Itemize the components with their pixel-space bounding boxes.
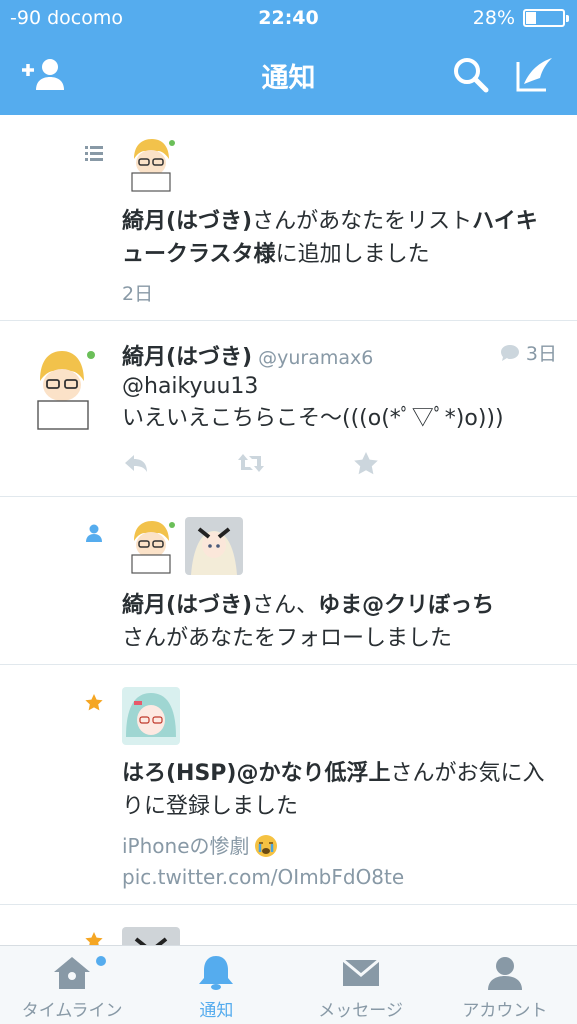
- retweet-icon: [238, 454, 264, 472]
- favorite-button[interactable]: [352, 451, 380, 475]
- notification-follow[interactable]: 綺月(はづき)さん、ゆま@クリぼっちさんがあなたをフォローしました: [0, 497, 577, 665]
- notification-text-sep: さん、: [252, 593, 319, 618]
- tweet-header: 綺月(はづき) @yuramax6 3日: [122, 339, 557, 371]
- avatar[interactable]: [122, 687, 180, 745]
- notification-list-added[interactable]: 綺月(はづき)さんがあなたをリストハイキュークラスタ様に追加しました 2日: [0, 115, 577, 321]
- star-icon: [84, 693, 104, 713]
- notification-text: 綺月(はづき)さん、ゆま@クリぼっちさんがあなたをフォローしました: [122, 589, 557, 655]
- tab-label: メッセージ: [318, 1001, 403, 1021]
- tweet-author-handle[interactable]: @yuramax6: [258, 347, 373, 369]
- status-right: 28%: [472, 7, 569, 29]
- follow-person-icon: [84, 523, 104, 543]
- notification-text-end: に追加しました: [275, 242, 430, 267]
- tweet-actions: [122, 451, 467, 475]
- person-icon: [485, 954, 525, 992]
- actor-name[interactable]: 綺月(はづき): [122, 209, 252, 234]
- search-button[interactable]: [448, 54, 494, 94]
- tweet-body: @haikyuu13 いえいえこちらこそ〜(((o(*ﾟ▽ﾟ*)o))): [122, 371, 557, 435]
- tweet-text: いえいえこちらこそ〜(((o(*ﾟ▽ﾟ*)o))): [122, 406, 504, 431]
- notification-time: 2日: [122, 283, 154, 305]
- tweet-link[interactable]: pic.twitter.com/OImbFdO8te: [122, 865, 404, 889]
- avatar[interactable]: [185, 517, 243, 575]
- top-bar: -90 docomo 22:40 28% 通知: [0, 0, 577, 115]
- new-items-dot: [96, 956, 106, 966]
- tab-timeline[interactable]: タイムライン: [0, 946, 144, 1024]
- crying-face-icon: [254, 834, 278, 858]
- compose-button[interactable]: [512, 54, 558, 94]
- tab-label: アカウント: [462, 1001, 548, 1021]
- home-icon: [52, 954, 92, 992]
- actor-name[interactable]: 綺月(はづき): [122, 593, 252, 618]
- actor-name[interactable]: ゆま@クリぼっち: [318, 593, 494, 618]
- compose-icon: [516, 58, 552, 92]
- search-icon: [454, 58, 489, 93]
- tweet-author-name[interactable]: 綺月(はづき): [122, 345, 252, 370]
- avatar[interactable]: [122, 517, 180, 575]
- tweet-time: 3日: [500, 339, 557, 366]
- notification-text: はろ(HSP)@かなり低浮上さんがお気に入りに登録しました: [122, 757, 557, 823]
- tab-messages[interactable]: メッセージ: [289, 946, 433, 1024]
- list-icon: [84, 143, 104, 163]
- star-icon: [354, 452, 378, 475]
- notification-favorite[interactable]: [0, 905, 577, 945]
- star-icon: [84, 931, 104, 945]
- retweet-button[interactable]: [237, 451, 265, 475]
- tab-bar: タイムライン 通知 メッセージ アカウント: [0, 945, 577, 1024]
- notification-favorite[interactable]: はろ(HSP)@かなり低浮上さんがお気に入りに登録しました iPhoneの惨劇 …: [0, 665, 577, 905]
- battery-icon: [523, 9, 569, 27]
- reply-icon: [125, 455, 147, 472]
- avatar[interactable]: [122, 927, 180, 945]
- favorited-tweet-body: iPhoneの惨劇: [122, 834, 250, 858]
- tab-label: 通知: [199, 1001, 234, 1021]
- bell-icon: [196, 954, 236, 992]
- reply-button[interactable]: [122, 451, 150, 475]
- envelope-icon: [341, 954, 381, 992]
- tweet-row[interactable]: 綺月(はづき) @yuramax6 3日 @haikyuu13 いえいえこちらこそ…: [0, 321, 577, 497]
- battery-percent: 28%: [472, 7, 515, 29]
- status-bar: -90 docomo 22:40 28%: [0, 0, 577, 38]
- tab-notifications[interactable]: 通知: [144, 946, 288, 1024]
- notification-text-mid: さんがあなたをリスト: [252, 209, 473, 234]
- conversation-icon: [500, 344, 519, 361]
- notification-text-end: さんがあなたをフォローしました: [122, 626, 453, 651]
- tab-label: タイムライン: [21, 1001, 123, 1021]
- favorited-tweet-text[interactable]: iPhoneの惨劇 pic.twitter.com/OImbFdO8te: [122, 831, 467, 893]
- tweet-time-label: 3日: [525, 343, 557, 365]
- notification-list: 綺月(はづき)さんがあなたをリストハイキュークラスタ様に追加しました 2日 綺月…: [0, 115, 577, 945]
- tab-account[interactable]: アカウント: [433, 946, 577, 1024]
- avatar[interactable]: [34, 343, 96, 431]
- avatar[interactable]: [122, 135, 180, 193]
- actor-name[interactable]: はろ(HSP)@かなり低浮上: [122, 761, 391, 786]
- tweet-mention[interactable]: @haikyuu13: [122, 371, 557, 403]
- notification-text: 綺月(はづき)さんがあなたをリストハイキュークラスタ様に追加しました: [122, 205, 557, 271]
